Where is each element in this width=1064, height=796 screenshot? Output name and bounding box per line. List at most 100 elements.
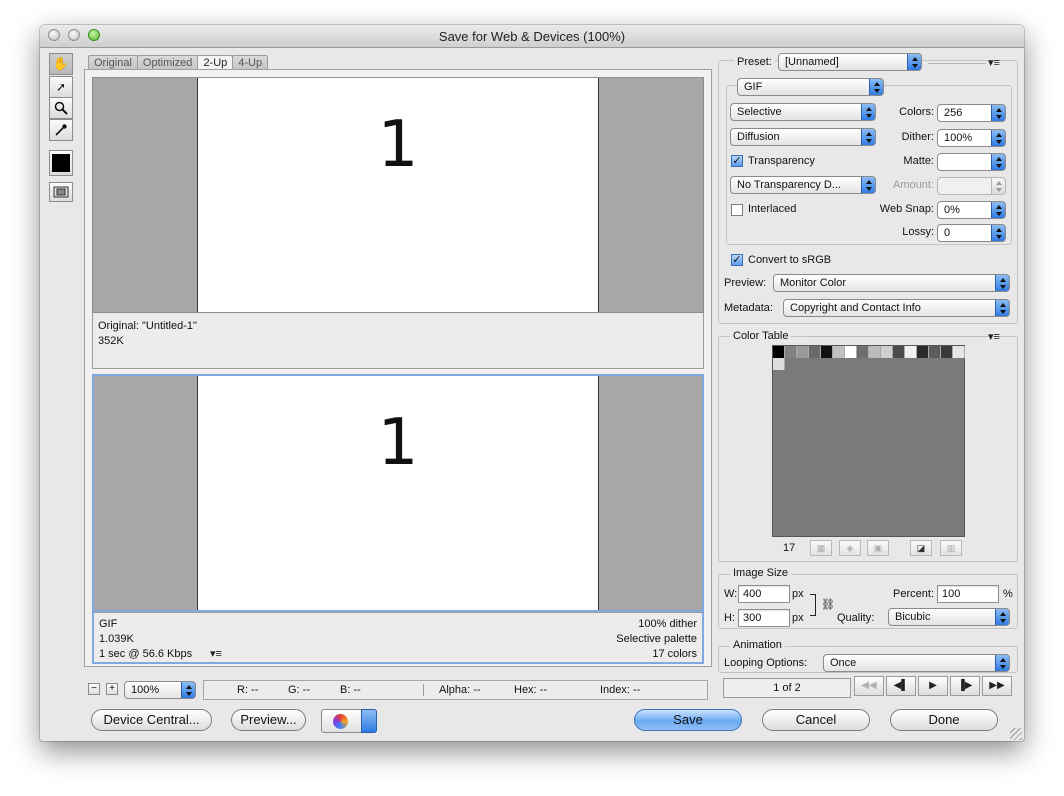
done-button[interactable]: Done (890, 709, 998, 731)
zoom-tool-button[interactable] (49, 97, 73, 119)
browser-select[interactable] (321, 709, 377, 733)
dither-algorithm-select[interactable]: Diffusion (730, 128, 876, 146)
eyedropper-tool-button[interactable] (49, 119, 73, 141)
previous-frame-button[interactable]: ◀▌ (886, 676, 916, 696)
device-central-button[interactable]: Device Central... (91, 709, 212, 731)
percent-field[interactable]: 100 (937, 585, 999, 603)
color-swatch[interactable] (893, 346, 905, 358)
color-swatch[interactable] (773, 358, 785, 370)
color-swatch[interactable] (797, 346, 809, 358)
save-button[interactable]: Save (634, 709, 742, 731)
first-frame-button: ◀◀ (854, 676, 884, 696)
interlaced-checkbox[interactable] (731, 204, 743, 216)
next-frame-button[interactable]: ▐▶ (950, 676, 980, 696)
play-button[interactable]: ▶ (918, 676, 948, 696)
transparency-dither-value: No Transparency D... (737, 179, 841, 191)
preview-mode-select[interactable]: Monitor Color (773, 274, 1010, 292)
toggle-slices-visibility-button[interactable] (49, 182, 73, 202)
looping-options-select[interactable]: Once (823, 654, 1010, 672)
width-field[interactable]: 400 (738, 585, 790, 603)
tab-original[interactable]: Original (88, 55, 138, 70)
transparency-label: Transparency (748, 155, 815, 167)
color-swatch[interactable] (881, 346, 893, 358)
original-info: Original: "Untitled-1" 352K (92, 313, 704, 369)
last-frame-button[interactable]: ▶▶ (982, 676, 1012, 696)
color-swatch[interactable] (845, 346, 857, 358)
color-readout-bar: R: -- G: -- B: -- Alpha: -- Hex: -- Inde… (203, 680, 708, 700)
color-swatch[interactable] (809, 346, 821, 358)
optimized-info-right: 100% dither Selective palette 17 colors (616, 617, 697, 662)
matte-select[interactable] (937, 153, 1006, 171)
map-to-transparent-button[interactable]: ▦ (810, 540, 832, 556)
magnifier-icon (54, 101, 68, 115)
slice-select-tool-button[interactable]: ➚ (49, 76, 73, 98)
optimized-image: 1 (197, 376, 599, 610)
download-speed-menu-icon[interactable]: ▾≡ (210, 647, 222, 662)
lock-color-button[interactable]: ▣ (867, 540, 889, 556)
readout-hex: Hex: -- (514, 684, 547, 696)
color-swatch[interactable] (929, 346, 941, 358)
color-swatch[interactable] (905, 346, 917, 358)
color-swatch[interactable] (941, 346, 953, 358)
zoom-level-select[interactable]: 100% (124, 681, 196, 699)
web-snap-combo[interactable]: 0% (937, 201, 1006, 219)
percent-unit: % (1003, 588, 1013, 600)
optimize-menu-icon[interactable]: ▾≡ (988, 56, 1000, 69)
readout-green: G: -- (288, 684, 310, 696)
chevron-updown-icon (991, 105, 1005, 121)
color-swatch[interactable] (953, 346, 965, 358)
readout-index: Index: -- (600, 684, 641, 696)
file-format-select[interactable]: GIF (737, 78, 884, 96)
color-count: 17 (783, 542, 796, 554)
optimized-preview-pane[interactable]: 1 (92, 374, 704, 612)
original-image: 1 (197, 78, 599, 312)
transparent-icon: ▦ (816, 543, 826, 553)
chevron-updown-icon (991, 130, 1005, 146)
hand-tool-button[interactable]: ✋ (49, 53, 73, 75)
eyedropper-icon (55, 124, 67, 136)
preview-mode-label: Preview: (724, 277, 767, 289)
chain-link-icon[interactable]: ⛓ (821, 598, 835, 611)
metadata-select[interactable]: Copyright and Contact Info (783, 299, 1010, 317)
tab-4-up[interactable]: 4-Up (232, 55, 269, 70)
zoom-out-button[interactable]: − (88, 683, 100, 695)
preview-button[interactable]: Preview... (231, 709, 306, 731)
tab-optimized[interactable]: Optimized (136, 55, 199, 70)
dither-combo[interactable]: 100% (937, 129, 1006, 147)
delete-color-button[interactable]: ▥ (940, 540, 962, 556)
lossy-combo[interactable]: 0 (937, 224, 1006, 242)
eyedropper-color-button[interactable] (49, 150, 73, 176)
optimized-format: GIF (99, 618, 118, 630)
height-field[interactable]: 300 (738, 609, 790, 627)
color-table-menu-icon[interactable]: ▾≡ (988, 330, 1000, 343)
color-swatch[interactable] (869, 346, 881, 358)
web-shift-button[interactable]: ◈ (839, 540, 861, 556)
width-label: W: (724, 588, 738, 600)
preview-mode-value: Monitor Color (780, 277, 847, 289)
resample-quality-value: Bicubic (895, 611, 931, 623)
original-preview-pane[interactable]: 1 (92, 77, 704, 313)
zoom-in-button[interactable]: + (106, 683, 118, 695)
original-file-size: 352K (98, 335, 124, 347)
resize-grip[interactable] (1010, 728, 1022, 740)
new-color-button[interactable]: ◪ (910, 540, 932, 556)
color-swatch[interactable] (917, 346, 929, 358)
preset-select[interactable]: [Unnamed] (778, 53, 922, 71)
transparency-checkbox[interactable]: ✓ (731, 155, 743, 167)
colors-combo[interactable]: 256 (937, 104, 1006, 122)
color-swatch[interactable] (785, 346, 797, 358)
cancel-button[interactable]: Cancel (762, 709, 870, 731)
color-swatch[interactable] (833, 346, 845, 358)
resample-quality-select[interactable]: Bicubic (888, 608, 1010, 626)
color-swatch[interactable] (857, 346, 869, 358)
color-table-grid[interactable] (772, 345, 965, 537)
transparency-dither-select[interactable]: No Transparency D... (730, 176, 876, 194)
tab-2-up[interactable]: 2-Up (197, 55, 234, 70)
color-swatch[interactable] (773, 346, 785, 358)
optimized-download-time: 1 sec @ 56.6 Kbps (99, 648, 193, 660)
color-swatch[interactable] (821, 346, 833, 358)
previous-frame-icon: ◀▌ (893, 680, 909, 691)
color-reduction-select[interactable]: Selective (730, 103, 876, 121)
looping-options-label: Looping Options: (724, 657, 808, 669)
convert-srgb-checkbox[interactable]: ✓ (731, 254, 743, 266)
